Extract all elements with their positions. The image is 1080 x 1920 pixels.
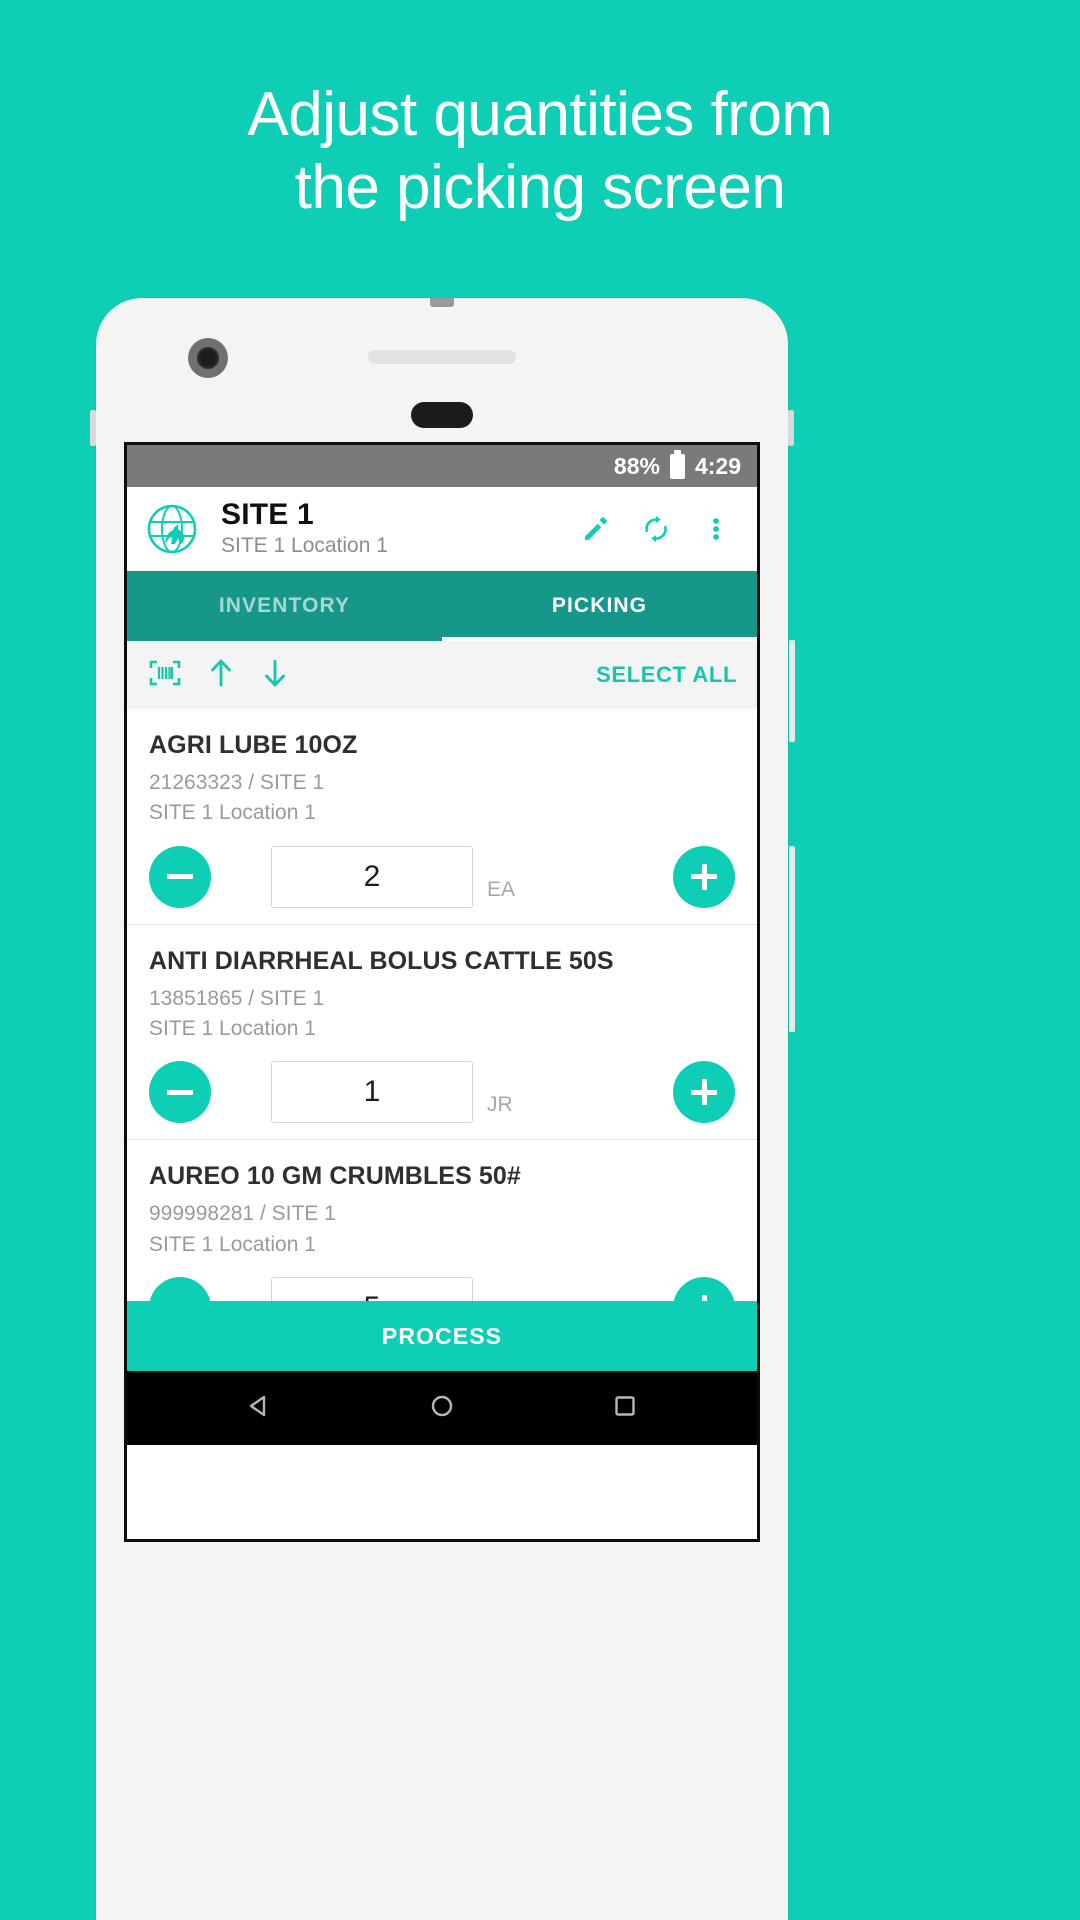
increment-button[interactable] bbox=[673, 1061, 735, 1124]
front-camera-icon bbox=[188, 338, 228, 378]
select-all-button[interactable]: SELECT ALL bbox=[596, 662, 737, 688]
item-sku: 999998281 / SITE 1 bbox=[149, 1202, 336, 1226]
plus-icon bbox=[691, 1079, 717, 1106]
picking-list[interactable]: AGRI LUBE 10OZ 21263323 / SITE 1 SITE 1 … bbox=[127, 709, 757, 1301]
pencil-edit-icon[interactable] bbox=[569, 502, 623, 556]
barcode-scan-icon[interactable] bbox=[149, 659, 181, 692]
quantity-stepper: 5 BG bbox=[149, 1277, 735, 1301]
quantity-stepper: 1 JR bbox=[149, 1061, 735, 1124]
earpiece-speaker bbox=[368, 350, 516, 364]
back-triangle-icon[interactable] bbox=[243, 1390, 275, 1427]
tab-picking[interactable]: PICKING bbox=[442, 571, 757, 641]
minus-icon bbox=[167, 874, 193, 880]
phone-screen: 88% 4:29 SITE 1 SITE 1 Location 1 INVENT… bbox=[124, 442, 760, 1542]
phone-top-notch bbox=[430, 298, 454, 307]
battery-full-icon bbox=[669, 449, 685, 479]
status-bar: 88% 4:29 bbox=[127, 445, 757, 487]
tab-active-indicator bbox=[442, 637, 757, 641]
item-name: ANTI DIARRHEAL BOLUS CATTLE 50S bbox=[149, 946, 614, 975]
item-location: SITE 1 Location 1 bbox=[149, 801, 316, 825]
list-item[interactable]: AUREO 10 GM CRUMBLES 50# 999998281 / SIT… bbox=[127, 1140, 757, 1301]
page-title: SITE 1 bbox=[221, 497, 314, 531]
page-subtitle: SITE 1 Location 1 bbox=[221, 534, 388, 558]
phone-device: 88% 4:29 SITE 1 SITE 1 Location 1 INVENT… bbox=[90, 298, 795, 1920]
arrow-down-icon[interactable] bbox=[261, 657, 289, 694]
app-bar: SITE 1 SITE 1 Location 1 bbox=[127, 487, 757, 571]
increment-button[interactable] bbox=[673, 1277, 735, 1301]
app-title-block: SITE 1 SITE 1 Location 1 bbox=[221, 497, 569, 560]
item-location: SITE 1 Location 1 bbox=[149, 1017, 316, 1041]
app-bar-actions bbox=[569, 502, 743, 556]
overflow-menu-icon[interactable] bbox=[689, 502, 743, 556]
quantity-unit: EA bbox=[487, 877, 516, 901]
quantity-input[interactable]: 5 bbox=[271, 1277, 473, 1301]
tab-bar: INVENTORY PICKING bbox=[127, 571, 757, 641]
item-name: AGRI LUBE 10OZ bbox=[149, 731, 358, 759]
tab-inventory[interactable]: INVENTORY bbox=[127, 571, 442, 641]
promo-headline-line-1: Adjust quantities from bbox=[247, 80, 833, 149]
battery-percent-label: 88% bbox=[613, 452, 660, 479]
list-action-bar: SELECT ALL bbox=[127, 641, 757, 709]
list-item[interactable]: AGRI LUBE 10OZ 21263323 / SITE 1 SITE 1 … bbox=[127, 709, 757, 925]
side-button-right-top bbox=[788, 410, 794, 446]
power-button bbox=[789, 640, 795, 742]
increment-button[interactable] bbox=[673, 845, 735, 908]
quantity-stepper: 2 EA bbox=[149, 845, 735, 908]
item-location: SITE 1 Location 1 bbox=[149, 1232, 316, 1256]
quantity-input[interactable]: 1 bbox=[271, 1061, 473, 1124]
side-button-left bbox=[90, 410, 96, 446]
item-sku: 21263323 / SITE 1 bbox=[149, 771, 325, 794]
clock-label: 4:29 bbox=[694, 452, 741, 479]
item-sku: 13851865 / SITE 1 bbox=[149, 986, 325, 1010]
decrement-button[interactable] bbox=[149, 845, 211, 908]
promo-headline-line-2: the picking screen bbox=[294, 153, 786, 223]
home-circle-icon[interactable] bbox=[426, 1390, 458, 1427]
sensor-pill bbox=[411, 402, 473, 428]
minus-icon bbox=[167, 1089, 193, 1095]
quantity-input[interactable]: 2 bbox=[271, 845, 473, 908]
promo-headline: Adjust quantities from the picking scree… bbox=[0, 78, 1080, 224]
android-navigation-bar bbox=[127, 1371, 757, 1445]
process-button[interactable]: PROCESS bbox=[127, 1301, 757, 1371]
decrement-button[interactable] bbox=[149, 1061, 211, 1124]
plus-icon bbox=[691, 863, 717, 890]
sync-refresh-icon[interactable] bbox=[629, 502, 683, 556]
globe-horse-logo-icon bbox=[145, 502, 199, 556]
volume-button bbox=[789, 846, 795, 1032]
arrow-up-icon[interactable] bbox=[207, 657, 235, 694]
decrement-button[interactable] bbox=[149, 1277, 211, 1301]
list-item[interactable]: ANTI DIARRHEAL BOLUS CATTLE 50S 13851865… bbox=[127, 925, 757, 1141]
quantity-unit: JR bbox=[487, 1093, 513, 1117]
item-name: AUREO 10 GM CRUMBLES 50# bbox=[149, 1162, 521, 1191]
recents-square-icon[interactable] bbox=[609, 1390, 641, 1427]
